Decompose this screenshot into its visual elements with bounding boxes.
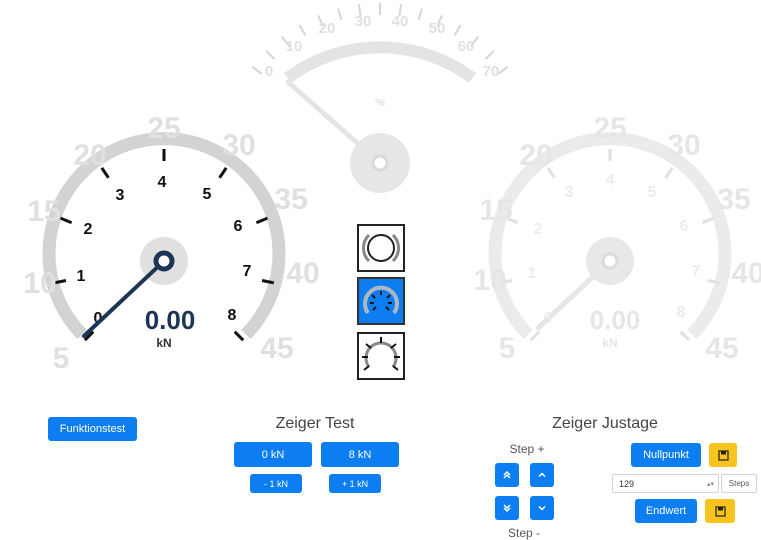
inner-scale-label: 3 [565,184,574,201]
top-scale-label: 0 [265,63,273,80]
chevron-down-icon [538,505,546,511]
outer-scale-label: 5 [499,332,516,365]
steps-unit-label: Steps [721,474,757,493]
inner-scale-label: 2 [534,221,543,238]
gauge-tick [265,49,276,60]
inner-scale-label: 6 [680,218,689,235]
gauge-tick [679,330,691,342]
gauge-tick [497,65,509,75]
outer-scale-label: 45 [705,332,738,365]
inner-scale-label: 4 [606,172,615,189]
outer-scale-label: 5 [53,342,70,375]
inner-scale-label: 4 [158,174,167,191]
step-down-button[interactable] [530,496,554,520]
steps-input[interactable]: 129 ▴▾ [612,474,719,493]
top-scale-label: 70 [483,63,500,80]
eight-kn-button[interactable]: 8 kN [321,442,399,467]
dial-ticks-icon [362,337,400,371]
step-plus-label: Step + [509,442,545,456]
minus-1kn-button[interactable]: - 1 kN [250,474,302,493]
gauge-tick [59,216,73,225]
gauge-tick [233,330,245,342]
outer-scale-label: 15 [479,194,512,227]
top-scale-label: 40 [392,13,409,30]
step-up-button[interactable] [530,463,554,487]
gauge-mode-button[interactable] [357,277,405,325]
gauge-value: 0.00 [590,305,641,335]
double-chevron-down-icon [503,504,511,513]
inner-scale-label: 7 [692,263,701,280]
zeiger-test-heading: Zeiger Test [275,415,355,432]
right-gauge: 5 10 15 20 25 30 35 40 45 0 1 2 3 4 5 6 … [473,112,761,365]
top-gauge-unit: % [375,97,385,109]
step-minus-label: Step - [507,526,540,540]
top-scale-label: 50 [429,20,446,37]
inner-scale-label: 6 [234,218,243,235]
save-nullpunkt-button[interactable] [709,443,737,467]
top-scale-label: 20 [319,20,336,37]
outer-scale-label: 20 [73,139,106,172]
outer-scale-label: 35 [717,183,750,216]
top-scale-label: 10 [286,38,303,55]
plus-1kn-button[interactable]: + 1 kN [329,474,381,493]
inner-scale-label: 5 [648,184,657,201]
gauge-tick [251,65,263,75]
ticks-mode-button[interactable] [357,332,405,380]
ring-mode-button[interactable] [357,224,405,272]
outer-scale-label: 40 [731,257,761,290]
outer-scale-label: 25 [593,112,626,145]
gauge-tick [453,24,462,36]
gauge-tick [529,330,541,342]
double-chevron-up-icon [503,470,511,479]
dial-gauge-icon [363,285,399,315]
inner-scale-label: 7 [243,263,252,280]
gauge-tick [484,49,495,60]
ring-icon [362,233,400,263]
spinner-icon: ▴▾ [706,480,714,488]
gauge-tick [664,167,674,179]
zero-kn-button[interactable]: 0 kN [234,442,312,467]
outer-scale-label: 30 [667,129,700,162]
inner-scale-label: 8 [228,307,237,324]
top-scale-label: 60 [458,38,475,55]
endwert-button[interactable]: Endwert [635,499,697,523]
outer-scale-label: 45 [260,332,293,365]
outer-scale-label: 20 [519,139,552,172]
inner-scale-label: 1 [528,265,537,282]
steps-value: 129 [619,478,635,489]
gauge-tick [337,8,343,21]
inner-scale-label: 1 [77,268,86,285]
zeiger-justage-heading: Zeiger Justage [552,415,658,432]
outer-scale-label: 25 [147,112,180,145]
outer-scale-label: 10 [23,267,56,300]
save-icon [714,505,726,517]
outer-scale-label: 15 [27,195,60,228]
step-fast-down-button[interactable] [495,496,519,520]
nullpunkt-button[interactable]: Nullpunkt [631,443,701,467]
step-fast-up-button[interactable] [495,463,519,487]
gauge-tick [417,8,423,21]
save-icon [717,449,729,461]
gauge-tick [701,216,715,225]
gauge-tick [218,167,228,179]
top-scale-label: 30 [355,13,372,30]
save-endwert-button[interactable] [705,499,735,523]
gauge-unit: kN [156,336,171,350]
outer-scale-label: 40 [286,257,319,290]
gauge-value: 0.00 [145,305,196,335]
inner-scale-label: 8 [677,304,686,321]
inner-scale-label: 3 [116,187,125,204]
inner-scale-label: 2 [84,221,93,238]
gauge-unit: kN [602,336,617,350]
chevron-up-icon [538,472,546,478]
gauge-tick [298,24,307,36]
gauge-tick [255,216,269,225]
inner-scale-label: 5 [203,186,212,203]
funktionstest-button[interactable]: Funktionstest [48,417,137,441]
outer-scale-label: 10 [473,264,506,297]
